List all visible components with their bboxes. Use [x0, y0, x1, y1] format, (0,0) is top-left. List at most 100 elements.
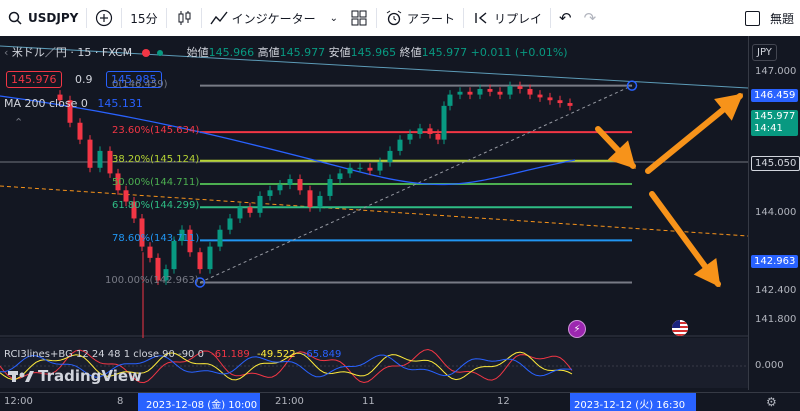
replay-label: リプレイ	[494, 11, 543, 26]
price-tick: 144.000	[755, 207, 797, 218]
candle-body	[397, 139, 403, 151]
time-label: 8	[117, 396, 124, 407]
alert-label: アラート	[406, 11, 455, 26]
candle-body	[435, 134, 441, 140]
candle-body	[267, 190, 273, 196]
high-value: 145.977	[279, 46, 326, 59]
divider	[86, 8, 88, 28]
us-flag-event-icon[interactable]	[672, 320, 688, 336]
candle-body	[537, 94, 543, 98]
tradingview-logo-icon	[8, 371, 34, 382]
oscillator-label: RCI3lines+BG 12 24 48 1 close 90 -90 0	[4, 349, 204, 360]
last-price-marker: 145.977 14:41	[751, 110, 799, 136]
search-icon	[6, 9, 24, 27]
oscillator-legend[interactable]: RCI3lines+BG 12 24 48 1 close 90 -90 0 -…	[4, 349, 341, 360]
last-price-value: 145.977	[754, 111, 796, 122]
legend-collapse[interactable]: ⌃	[14, 116, 23, 129]
chart-pane[interactable]: ‹ 米ドル／円 · 15 · FXCM 始値145.966 高値145.977 …	[0, 36, 749, 390]
grid-icon	[350, 9, 368, 27]
interval-button[interactable]: 15分	[124, 0, 163, 36]
market-status-icon	[141, 49, 150, 57]
symbol-search[interactable]: USDJPY	[0, 0, 84, 36]
time-label: 11	[362, 396, 375, 407]
low-value: 145.965	[350, 46, 397, 59]
candle-body	[171, 240, 177, 270]
fib-level-label: 0(146.459)	[112, 78, 168, 90]
candle-body	[197, 252, 203, 270]
candle-body	[147, 246, 153, 258]
layouts-button[interactable]	[344, 0, 374, 36]
sell-button[interactable]: 145.976	[6, 71, 62, 88]
data-status-icon	[157, 50, 164, 56]
candle-body	[567, 103, 573, 106]
candle-body	[497, 91, 503, 95]
tradingview-watermark: TradingView	[38, 367, 142, 385]
candle-body	[337, 173, 343, 180]
candle-body	[317, 195, 323, 208]
change-value: +0.011 (+0.01%)	[470, 46, 568, 59]
candle-body	[97, 150, 103, 168]
chart-type-button[interactable]	[169, 0, 199, 36]
candle-body	[477, 88, 483, 95]
fib-level-label: 38.20%(145.124)	[112, 153, 200, 165]
oscillator-value-3: -65.849	[302, 349, 342, 360]
candle-body	[517, 86, 523, 89]
price-tick: 147.000	[755, 66, 797, 77]
time-range-highlight-end: 2023-12-12 (火) 16:30	[570, 393, 696, 411]
undo-icon: ↶	[559, 9, 572, 27]
candle-body	[427, 128, 433, 135]
layout-name[interactable]: 無題	[770, 10, 794, 27]
candle-body	[297, 179, 303, 191]
candle-body	[487, 88, 493, 92]
fib-level-label: 23.60%(145.634)	[112, 125, 200, 137]
lightning-event-icon[interactable]: ⚡	[568, 320, 586, 338]
candle-body	[217, 229, 223, 247]
currency-label[interactable]: JPY	[752, 44, 777, 61]
crosshair-price-marker: 145.050	[751, 156, 800, 171]
oscillator-value-1: -61.189	[211, 349, 250, 360]
alarm-clock-icon	[385, 9, 403, 27]
oscillator-value-2: -49.522	[256, 349, 296, 360]
fib-top-price-marker: 146.459	[751, 89, 799, 102]
close-label: 終値	[399, 46, 422, 59]
candlestick-icon	[175, 9, 193, 27]
candle-body	[417, 128, 423, 135]
candle-body	[377, 162, 383, 171]
candle-body	[557, 100, 563, 104]
tradingview-logo: TradingView	[8, 367, 142, 385]
time-range-start: 2023-12-08 (金) 10:00	[146, 400, 258, 411]
indicators-button[interactable]: インジケーター ⌄	[204, 0, 344, 36]
fib-level-label: 61.80%(144.299)	[112, 200, 200, 212]
oscillator-tick: 0.000	[755, 360, 784, 371]
time-label: 12	[497, 396, 510, 407]
fib-level-label: 50.00%(144.711)	[112, 177, 200, 189]
fib-level-label: 78.60%(143.711)	[112, 233, 200, 245]
candle-body	[227, 218, 233, 230]
collapse-icon[interactable]: ‹	[4, 46, 8, 59]
candle-body	[387, 150, 393, 163]
close-value: 145.977	[421, 46, 468, 59]
fullscreen-icon[interactable]	[744, 10, 760, 26]
divider	[463, 8, 464, 28]
candle-body	[307, 190, 313, 208]
candle-body	[347, 167, 353, 174]
symbol-label: USDJPY	[28, 11, 79, 25]
undo-button[interactable]: ↶	[553, 0, 578, 36]
open-value: 145.966	[208, 46, 255, 59]
time-scale[interactable]: 12:00 8 2023-12-08 (金) 10:00 21:00 11 12…	[0, 392, 800, 411]
redo-button[interactable]: ↷	[578, 0, 603, 36]
price-scale[interactable]: JPY 147.000 144.000 142.400 141.800 146.…	[748, 36, 800, 390]
alert-button[interactable]: アラート	[379, 0, 461, 36]
candle-body	[527, 88, 533, 95]
legend-ma[interactable]: MA 200 close 0 145.131	[4, 97, 143, 110]
chevron-up-icon: ⌃	[14, 116, 24, 129]
candle-body	[467, 91, 473, 95]
divider	[121, 8, 123, 28]
replay-button[interactable]: リプレイ	[466, 0, 548, 36]
rewind-icon	[472, 9, 490, 27]
candle-body	[277, 184, 283, 191]
settings-gear-icon[interactable]: ⚙	[766, 395, 777, 409]
time-range-end: 2023-12-12 (火) 16:30	[574, 400, 686, 411]
candle-body	[247, 207, 253, 213]
compare-button[interactable]	[89, 0, 119, 36]
